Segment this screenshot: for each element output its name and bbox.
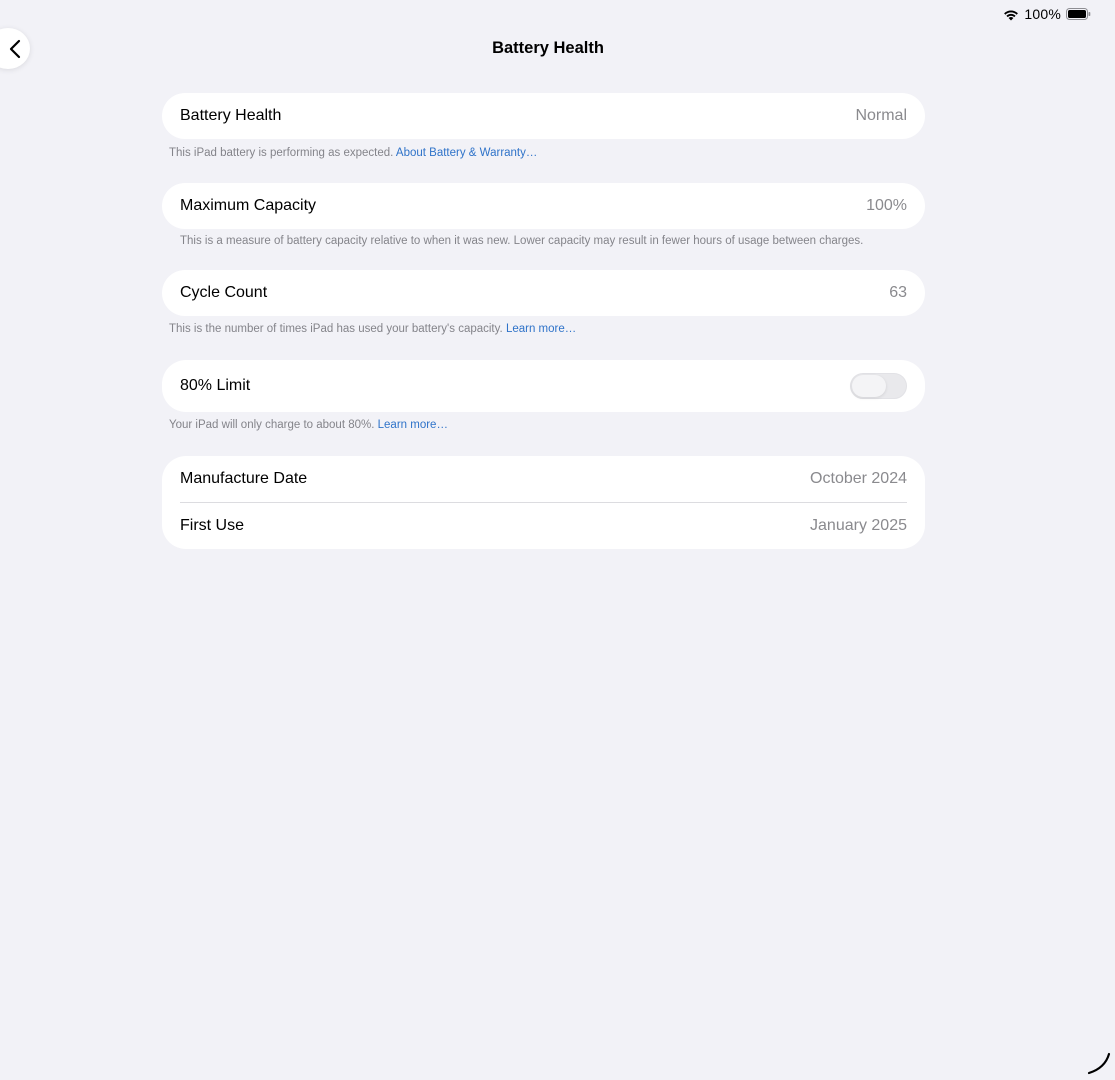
manufacture-date-label: Manufacture Date	[180, 470, 308, 487]
battery-health-label: Battery Health	[180, 107, 282, 124]
dates-group: Manufacture Date October 2024 First Use …	[162, 456, 925, 549]
battery-health-footnote: This iPad battery is performing as expec…	[169, 147, 537, 159]
limit-80-footnote-text: Your iPad will only charge to about 80%.	[169, 419, 375, 431]
battery-health-group: Battery Health Normal	[162, 93, 925, 139]
manufacture-date-row: Manufacture Date October 2024	[162, 456, 925, 502]
battery-percentage: 100%	[1024, 6, 1061, 22]
page-title: Battery Health	[492, 39, 604, 57]
corner-stroke-icon	[1087, 1052, 1111, 1075]
cycle-count-row: Cycle Count 63	[162, 270, 925, 316]
battery-health-value: Normal	[855, 107, 907, 124]
cycle-count-learn-more-link[interactable]: Learn more…	[506, 323, 576, 335]
cycle-count-footnote-text: This is the number of times iPad has use…	[169, 323, 503, 335]
first-use-row: First Use January 2025	[162, 503, 925, 549]
toggle-knob	[852, 375, 886, 397]
limit-80-label: 80% Limit	[180, 377, 251, 394]
manufacture-date-value: October 2024	[810, 470, 907, 487]
cycle-count-footnote: This is the number of times iPad has use…	[169, 323, 576, 335]
battery-full-icon	[1066, 8, 1091, 20]
battery-health-row: Battery Health Normal	[162, 93, 925, 139]
first-use-label: First Use	[180, 517, 244, 534]
about-battery-warranty-link[interactable]: About Battery & Warranty…	[396, 147, 537, 159]
limit-80-row: 80% Limit	[162, 360, 925, 412]
maximum-capacity-label: Maximum Capacity	[180, 197, 317, 214]
limit-80-group: 80% Limit	[162, 360, 925, 412]
cycle-count-label: Cycle Count	[180, 284, 268, 301]
maximum-capacity-group: Maximum Capacity 100%	[162, 183, 925, 229]
limit-80-learn-more-link[interactable]: Learn more…	[378, 419, 448, 431]
maximum-capacity-row: Maximum Capacity 100%	[162, 183, 925, 229]
cycle-count-group: Cycle Count 63	[162, 270, 925, 316]
wifi-icon	[1004, 10, 1019, 20]
battery-health-screen: 100% Battery Health Battery Health Norma…	[0, 0, 1115, 1080]
limit-80-footnote: Your iPad will only charge to about 80%.…	[169, 419, 448, 431]
maximum-capacity-footnote: This is a measure of battery capacity re…	[180, 235, 864, 247]
limit-80-toggle[interactable]	[850, 373, 907, 399]
cycle-count-value: 63	[889, 284, 907, 301]
maximum-capacity-value: 100%	[866, 197, 907, 214]
status-bar: 100%	[1003, 5, 1091, 23]
first-use-value: January 2025	[810, 517, 907, 534]
battery-health-footnote-text: This iPad battery is performing as expec…	[169, 147, 394, 159]
